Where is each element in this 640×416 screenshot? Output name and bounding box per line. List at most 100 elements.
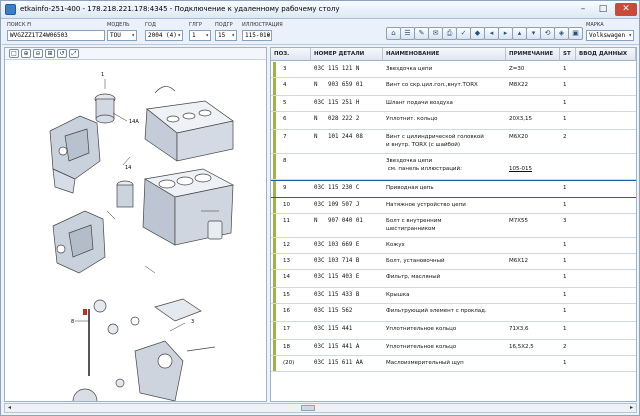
subgroup-select[interactable]: 15 xyxy=(215,30,237,41)
callout-14a[interactable]: 14A xyxy=(129,119,139,125)
cell-st: 1 xyxy=(563,258,567,264)
list-icon[interactable]: ☰ xyxy=(400,27,415,40)
refresh-icon[interactable]: ⟲ xyxy=(540,27,555,40)
table-row[interactable]: 7 N 101 244 08 Винт с цилиндрической голов… xyxy=(271,130,636,154)
scroll-right-icon[interactable]: ▸ xyxy=(627,404,636,412)
brand-select[interactable]: Volkswagen xyxy=(586,30,634,41)
cell-pos: 5 xyxy=(283,100,287,106)
cell-pos: 14 xyxy=(283,274,290,280)
table-row[interactable]: 12 03C 103 669 E Кожух 1 xyxy=(271,238,636,254)
table-row[interactable]: 17 03C 115 441 Уплотнительное кольцо 71X3,6… xyxy=(271,322,636,340)
vin-search-input[interactable]: WVGZZZ1TZ4W06503 xyxy=(7,30,105,41)
model-label: МОДЕЛЬ xyxy=(107,22,130,28)
group-select[interactable]: 1 xyxy=(189,30,211,41)
cell-st: 1 xyxy=(563,274,567,280)
callout-1[interactable]: 1 xyxy=(101,72,104,78)
table-row[interactable]: 13 03C 103 714 B Болт, установочный M6X12 1 xyxy=(271,254,636,270)
table-row[interactable]: 15 03C 115 433 B Крышка 1 xyxy=(271,288,636,304)
col-note-header[interactable]: ПРИМЕЧАНИЕ xyxy=(506,48,560,61)
cell-name: Уплотнит. кольцо xyxy=(386,116,438,122)
cell-note: Z=30 xyxy=(509,66,525,72)
cell-note[interactable]: 105-015 xyxy=(509,154,532,173)
illustration-select[interactable]: 115-010 xyxy=(242,30,272,41)
prev-icon[interactable]: ◂ xyxy=(484,27,499,40)
title-bar: etkainfo-251-400 - 178.218.221.178:4345 … xyxy=(1,1,639,19)
fit-icon[interactable]: ⊞ xyxy=(45,49,55,58)
home-icon[interactable]: ⌂ xyxy=(386,27,401,40)
cell-number: 03C 115 403 E xyxy=(314,274,360,280)
zoom-in-icon[interactable]: ⊕ xyxy=(21,49,31,58)
minimize-button[interactable]: – xyxy=(575,3,591,16)
next-icon[interactable]: ▸ xyxy=(498,27,513,40)
cell-pos: 4 xyxy=(283,82,287,88)
callout-14[interactable]: 14 xyxy=(125,165,131,171)
col-name-header[interactable]: НАИМЕНОВАНИЕ xyxy=(383,48,506,61)
scroll-thumb[interactable] xyxy=(301,405,315,411)
engine-parts-illustration[interactable]: 14A 14 1 3 8 xyxy=(5,61,266,401)
row-marker xyxy=(273,78,276,95)
cell-name: Болт, установочный xyxy=(386,258,445,264)
callout-8[interactable]: 8 xyxy=(71,319,74,325)
col-st-header[interactable]: ST xyxy=(560,48,576,61)
cell-pos: 8 xyxy=(283,158,287,164)
table-row[interactable]: 16 03C 115 562 Фильтрующий элемент с прокл… xyxy=(271,304,636,322)
table-row[interactable]: (20) 03C 115 611 AA Маслоизмерительный щуп… xyxy=(271,356,636,372)
mail-icon[interactable]: ✉ xyxy=(428,27,443,40)
check-icon[interactable]: ✓ xyxy=(456,27,471,40)
table-body: 3 03C 115 121 N Звездочка цепи Z=30 1 4 N 903 … xyxy=(271,62,636,401)
layers-icon[interactable]: ◈ xyxy=(554,27,569,40)
cell-st: 1 xyxy=(563,292,567,298)
table-row[interactable]: 6 N 028 222 2 Уплотнит. кольцо 20X3,15 1 xyxy=(271,112,636,130)
cell-number: 03C 115 611 AA xyxy=(314,360,363,366)
cell-st: 1 xyxy=(563,66,567,72)
cell-note: M7X55 xyxy=(509,218,529,224)
window-title: etkainfo-251-400 - 178.218.221.178:4345 … xyxy=(20,5,340,13)
cell-number: 03C 115 230 C xyxy=(314,185,360,191)
edit-icon[interactable]: ✎ xyxy=(414,27,429,40)
table-row[interactable]: 14 03C 115 403 E Фильтр, масляный 1 xyxy=(271,270,636,288)
col-pos-header[interactable]: ПОЗ. xyxy=(271,48,311,61)
cell-note: 20X3,15 xyxy=(509,116,533,122)
cell-name: Звездочка цепи см. панель иллюстраций: xyxy=(386,158,462,172)
grid-icon[interactable]: ▣ xyxy=(568,27,583,40)
horizontal-scrollbar[interactable]: ◂ ▸ xyxy=(4,403,637,413)
year-select[interactable]: 2004 (4) xyxy=(145,30,183,41)
close-button[interactable]: ✕ xyxy=(615,3,637,16)
up-icon[interactable]: ▴ xyxy=(512,27,527,40)
cell-st: 1 xyxy=(563,116,567,122)
table-row[interactable]: 10 03C 109 507 J Натяжное устройство цепи 1 xyxy=(271,198,636,214)
maximize-button[interactable]: □ xyxy=(595,3,611,16)
scroll-left-icon[interactable]: ◂ xyxy=(5,404,14,412)
diamond-icon[interactable]: ◆ xyxy=(470,27,485,40)
table-row[interactable]: 5 03C 115 251 H Шланг подачи воздуха 1 xyxy=(271,96,636,112)
cell-st: 1 xyxy=(563,326,567,332)
table-row[interactable]: 4 N 903 659 01 Винт со скр.цил.гол.,внут.T… xyxy=(271,78,636,96)
cell-pos: 13 xyxy=(283,258,290,264)
model-select[interactable]: TOU xyxy=(107,30,137,41)
row-marker xyxy=(273,96,276,111)
col-data-header[interactable]: ВВОД ДАННЫХ xyxy=(576,48,636,61)
row-marker xyxy=(273,304,276,321)
callout-3[interactable]: 3 xyxy=(191,319,194,325)
table-row[interactable]: 3 03C 115 121 N Звездочка цепи Z=30 1 xyxy=(271,62,636,78)
illustration-panel: □ ⊕ ⊖ ⊞ ↺ ⤢ 14A 14 1 3 8 xyxy=(4,47,267,402)
select-icon[interactable]: □ xyxy=(9,49,19,58)
col-number-header[interactable]: НОМЕР ДЕТАЛИ xyxy=(311,48,383,61)
cell-number: N 903 659 01 xyxy=(314,82,363,88)
print-icon[interactable]: ⎙ xyxy=(442,27,457,40)
table-row[interactable]: 11 N 907 040 01 Болт с внутренним шестигра… xyxy=(271,214,636,238)
table-row[interactable]: 8 Звездочка цепи см. панель иллюстраций: 1… xyxy=(271,154,636,180)
cell-name: Уплотнительное кольцо xyxy=(386,326,457,332)
cell-pos: 3 xyxy=(283,66,287,72)
cell-name: Фильтрующий элемент с проклад. xyxy=(386,308,487,314)
catalog-toolbar: ПОИСК FI WVGZZZ1TZ4W06503 МОДЕЛЬ TOU ГОД… xyxy=(2,20,639,45)
cell-st: 1 xyxy=(563,360,567,366)
table-row[interactable]: 9 03C 115 230 C Приводная цепь 1 xyxy=(271,180,636,198)
table-row[interactable]: 18 03C 115 441 A Уплотнительное кольцо 16,5… xyxy=(271,340,636,356)
cell-name: Винт со скр.цил.гол.,внут.TORX xyxy=(386,82,478,88)
cell-number: 03C 115 562 xyxy=(314,308,353,314)
rotate-icon[interactable]: ↺ xyxy=(57,49,67,58)
down-icon[interactable]: ▾ xyxy=(526,27,541,40)
expand-icon[interactable]: ⤢ xyxy=(69,49,79,58)
zoom-out-icon[interactable]: ⊖ xyxy=(33,49,43,58)
